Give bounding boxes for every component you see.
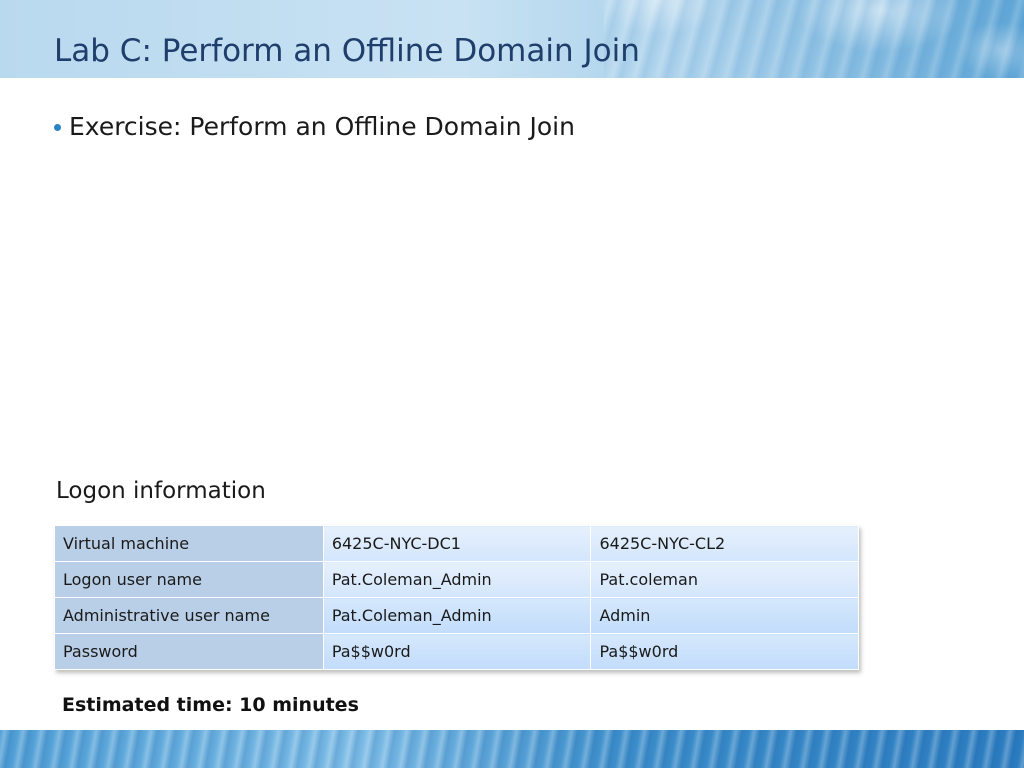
- table-cell: Pat.coleman: [590, 561, 859, 598]
- table-cell: 6425C-NYC-DC1: [322, 525, 592, 562]
- bullet-item: Exercise: Perform an Offline Domain Join: [54, 112, 575, 141]
- table-cell-label: Virtual machine: [54, 525, 324, 562]
- table-cell-label: Administrative user name: [54, 597, 324, 634]
- bullet-dot-icon: [54, 124, 61, 131]
- table-cell: 6425C-NYC-CL2: [590, 525, 859, 562]
- table-row: Administrative user name Pat.Coleman_Adm…: [54, 597, 859, 634]
- table-row: Logon user name Pat.Coleman_Admin Pat.co…: [54, 561, 859, 598]
- table-cell: Pa$$w0rd: [322, 633, 592, 670]
- table-cell-label: Password: [54, 633, 324, 670]
- table-cell: Pa$$w0rd: [590, 633, 859, 670]
- table-cell: Pat.Coleman_Admin: [322, 597, 592, 634]
- footer-band: [0, 730, 1024, 768]
- table-row: Password Pa$$w0rd Pa$$w0rd: [54, 633, 859, 670]
- table-row: Virtual machine 6425C-NYC-DC1 6425C-NYC-…: [54, 525, 859, 562]
- section-heading: Logon information: [56, 478, 266, 504]
- bullet-text: Exercise: Perform an Offline Domain Join: [69, 112, 575, 141]
- slide-title: Lab C: Perform an Offline Domain Join: [54, 33, 640, 69]
- table-cell-label: Logon user name: [54, 561, 324, 598]
- logon-table: Virtual machine 6425C-NYC-DC1 6425C-NYC-…: [54, 525, 859, 670]
- table-cell: Admin: [590, 597, 859, 634]
- table-cell: Pat.Coleman_Admin: [322, 561, 592, 598]
- estimated-time: Estimated time: 10 minutes: [62, 694, 359, 716]
